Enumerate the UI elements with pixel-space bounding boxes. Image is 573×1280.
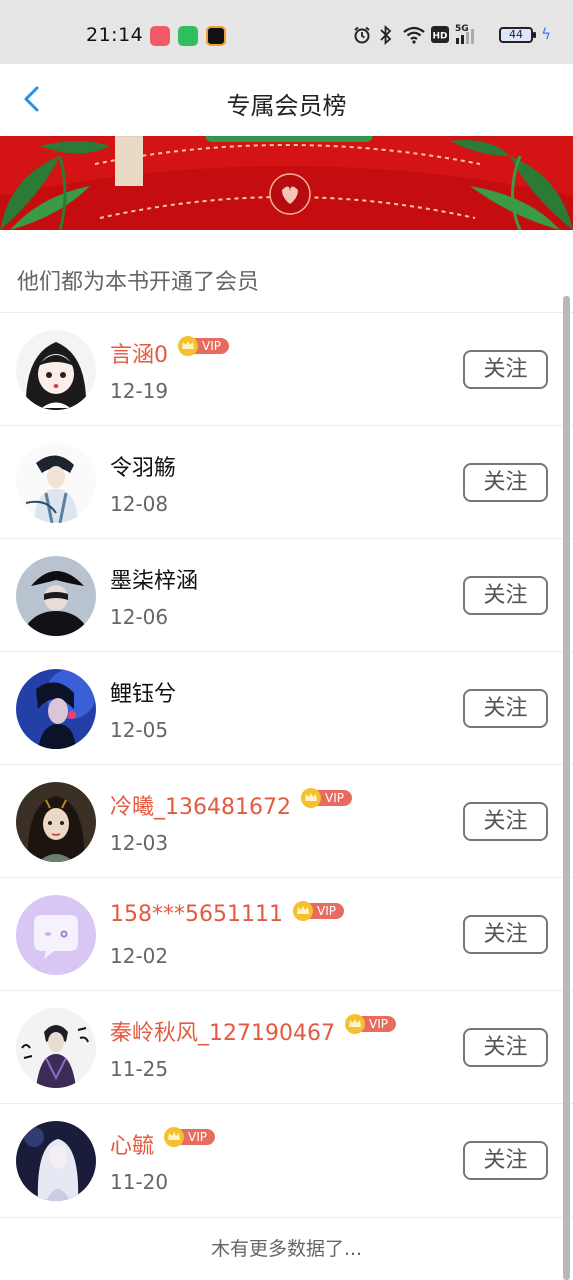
follow-button[interactable]: 关注: [463, 576, 548, 615]
list-item[interactable]: 冷曦_136481672 VIP 12-03 关注: [0, 764, 573, 877]
list-item[interactable]: 158***5651111 VIP 12-02 关注: [0, 877, 573, 990]
list-item[interactable]: 心毓 VIP 11-20 关注: [0, 1103, 573, 1216]
follow-button[interactable]: 关注: [463, 1141, 548, 1180]
avatar[interactable]: [16, 1008, 96, 1088]
avatar[interactable]: [16, 782, 96, 862]
list-subtitle: 他们都为本书开通了会员: [17, 270, 260, 295]
avatar[interactable]: [16, 1121, 96, 1201]
follow-button[interactable]: 关注: [463, 915, 548, 954]
member-name[interactable]: 言涵0 VIP: [110, 336, 230, 369]
member-name[interactable]: 鲤钰兮: [110, 676, 176, 708]
member-date: 12-02: [110, 944, 169, 968]
hd-icon: HD: [431, 26, 449, 43]
member-name[interactable]: 158***5651111 VIP: [110, 901, 345, 927]
alarm-icon: [354, 26, 370, 44]
member-list: 言涵0 VIP 12-19 关注 令羽觞 12-08 关注 墨柒梓涵 12-06…: [0, 312, 573, 1216]
list-item[interactable]: 鲤钰兮 12-05 关注: [0, 651, 573, 764]
nav-bar: 专属会员榜: [0, 64, 573, 136]
bluetooth-icon: [380, 25, 392, 45]
member-name[interactable]: 秦岭秋风_127190467 VIP: [110, 1014, 397, 1047]
banner-image: [0, 136, 573, 230]
vip-badge: VIP: [344, 1014, 397, 1034]
signal-icon: [456, 29, 474, 44]
member-date: 11-20: [110, 1170, 169, 1194]
app-notification-icon: [206, 26, 226, 46]
avatar[interactable]: [16, 330, 96, 410]
vip-badge-label: VIP: [324, 791, 344, 805]
vip-badge: VIP: [178, 336, 230, 356]
member-date: 12-03: [110, 831, 169, 855]
follow-button[interactable]: 关注: [463, 350, 548, 389]
avatar[interactable]: [16, 895, 96, 975]
app-notification-icon: [178, 26, 198, 46]
page-title: 专属会员榜: [226, 92, 347, 120]
charging-icon: ϟ: [541, 25, 551, 43]
avatar[interactable]: [16, 669, 96, 749]
follow-button[interactable]: 关注: [463, 802, 548, 841]
status-time: 21:14: [86, 24, 144, 46]
vip-badge: VIP: [300, 788, 353, 808]
battery-icon: 44: [499, 27, 536, 43]
list-footer: 木有更多数据了...: [0, 1217, 573, 1280]
vip-badge: VIP: [164, 1127, 216, 1147]
vip-badge-label: VIP: [202, 339, 221, 353]
status-bar: 21:14 HD 5G 44 ϟ: [0, 0, 573, 64]
member-name[interactable]: 令羽觞: [110, 450, 176, 482]
list-item[interactable]: 秦岭秋风_127190467 VIP 11-25 关注: [0, 990, 573, 1103]
app-notification-icon: [150, 26, 170, 46]
vip-badge: VIP: [292, 901, 345, 921]
list-item[interactable]: 墨柒梓涵 12-06 关注: [0, 538, 573, 651]
member-date: 12-06: [110, 605, 169, 629]
vip-badge-label: VIP: [188, 1130, 207, 1144]
follow-button[interactable]: 关注: [463, 1028, 548, 1067]
member-name[interactable]: 墨柒梓涵: [110, 563, 198, 595]
list-item[interactable]: 言涵0 VIP 12-19 关注: [0, 312, 573, 425]
member-name[interactable]: 冷曦_136481672 VIP: [110, 788, 353, 821]
member-date: 11-25: [110, 1057, 169, 1081]
member-date: 12-19: [110, 379, 169, 403]
member-date: 12-05: [110, 718, 169, 742]
vip-badge-label: VIP: [368, 1017, 388, 1031]
vip-badge-label: VIP: [316, 904, 336, 918]
avatar[interactable]: [16, 556, 96, 636]
svg-text:HD: HD: [432, 32, 447, 42]
member-date: 12-08: [110, 492, 169, 516]
follow-button[interactable]: 关注: [463, 463, 548, 502]
wifi-icon: [403, 26, 425, 44]
follow-button[interactable]: 关注: [463, 689, 548, 728]
member-name[interactable]: 心毓 VIP: [110, 1127, 216, 1160]
scrollbar[interactable]: [563, 296, 570, 1280]
avatar[interactable]: [16, 443, 96, 523]
list-item[interactable]: 令羽觞 12-08 关注: [0, 425, 573, 538]
